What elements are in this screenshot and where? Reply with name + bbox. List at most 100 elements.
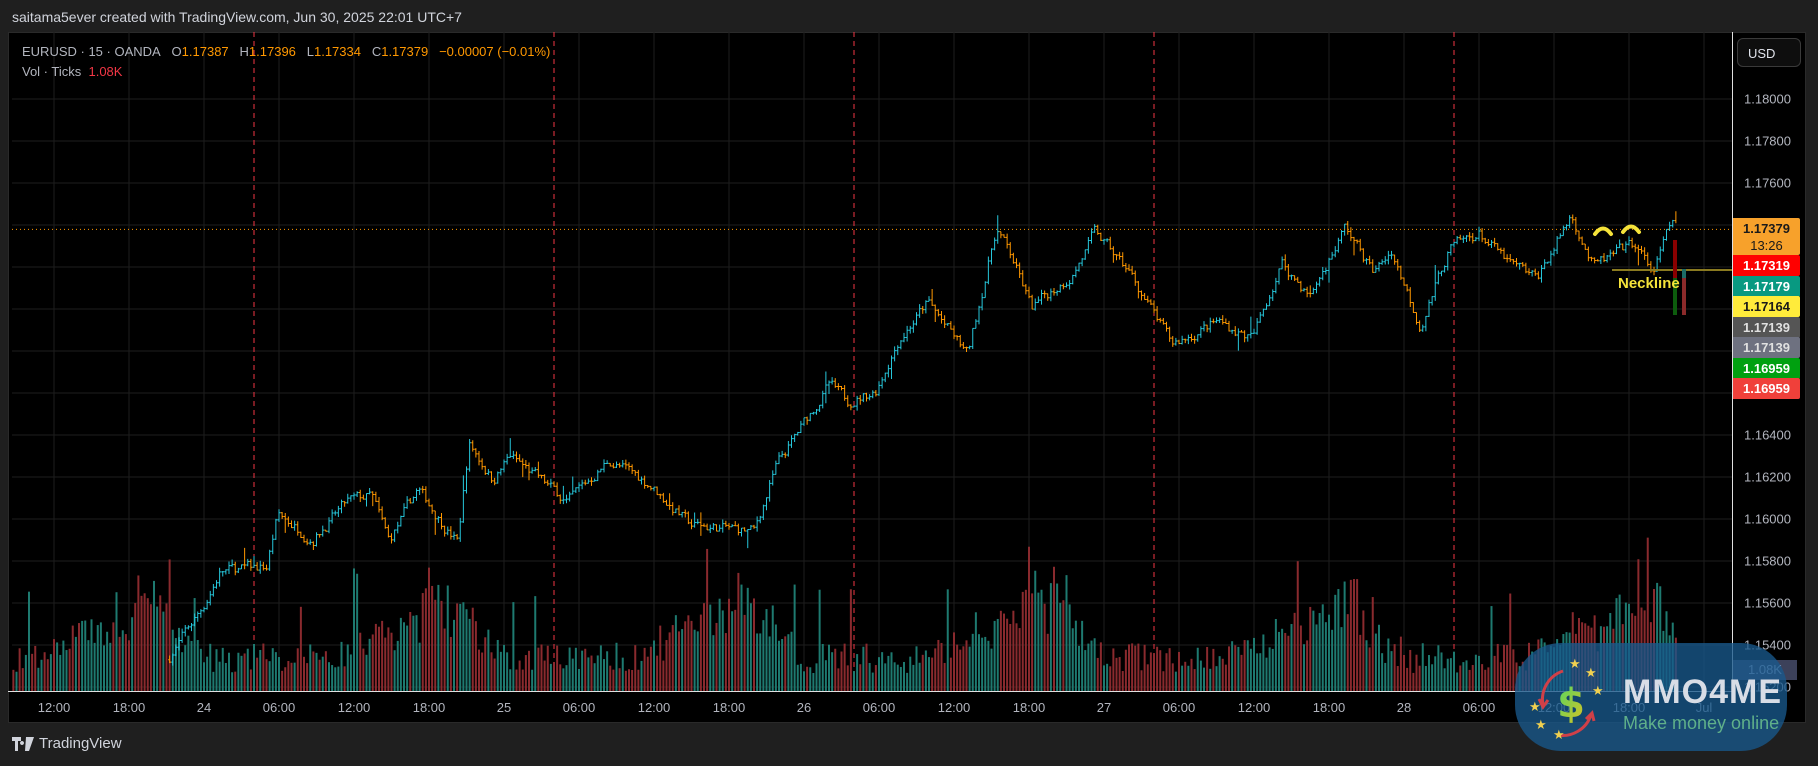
volume-bar	[1374, 633, 1377, 691]
currency-button[interactable]: USD	[1737, 38, 1801, 67]
symbol-name[interactable]: EURUSD · 15 · OANDA	[22, 44, 161, 59]
watermark-title: MMO4ME	[1623, 673, 1782, 711]
ohlc-bar	[1590, 256, 1593, 262]
ohlc-bar	[1433, 265, 1437, 301]
ohlc-bar	[418, 487, 422, 495]
dollar-logo-icon: $ ★ ★ ★ ★ ★ ★	[1529, 657, 1604, 743]
volume-bar	[865, 643, 868, 691]
symbol-legend[interactable]: EURUSD · 15 · OANDA O1.17387 H1.17396 L1…	[22, 44, 550, 59]
volume-bar	[546, 645, 549, 691]
ohlc-bar	[1155, 306, 1159, 322]
volume-bar	[381, 620, 384, 691]
volume-bar	[1446, 658, 1449, 691]
volume-bar	[234, 671, 237, 691]
ohlc-bar	[1349, 227, 1353, 242]
ohlc-bar	[1624, 241, 1628, 253]
ohlc-bar	[1302, 288, 1306, 292]
ohlc-bar	[1643, 247, 1647, 260]
price-tag: 1.17319	[1733, 255, 1800, 276]
ohlc-bar	[1058, 284, 1062, 293]
volume-bar	[846, 665, 849, 691]
ohlc-bar	[1040, 289, 1043, 305]
ohlc-bar	[1215, 317, 1218, 324]
ohlc-bar	[918, 304, 922, 318]
ohlc-bar	[1627, 236, 1631, 246]
volume-bar	[1034, 570, 1037, 691]
volume-bar	[1368, 647, 1371, 691]
ohlc-bar	[527, 462, 531, 481]
ohlc-bar	[1318, 277, 1322, 287]
volume-bar	[684, 621, 687, 691]
volume-bar	[1396, 666, 1399, 691]
ohlc-bar	[1086, 237, 1090, 254]
volume-bar	[387, 627, 390, 691]
volume-bar	[1318, 613, 1321, 691]
volume-legend[interactable]: Vol · Ticks 1.08K	[22, 64, 122, 79]
ohlc-bar	[1165, 321, 1168, 332]
ohlc-bar	[933, 304, 937, 323]
volume-bar	[984, 636, 987, 691]
ohlc-bar	[833, 378, 837, 388]
volume-bar	[518, 660, 521, 691]
ohlc-bar	[605, 460, 609, 464]
volume-bar	[1362, 610, 1365, 691]
volume-bar	[553, 662, 555, 691]
ohlc-bar	[574, 487, 578, 493]
ohlc-bar	[174, 644, 178, 657]
volume-bar	[562, 668, 565, 691]
volume-bar	[356, 573, 359, 691]
ohlc-bar	[330, 509, 334, 524]
volume-bar	[528, 650, 530, 691]
volume-bar	[734, 609, 737, 691]
volume-bar	[1049, 583, 1052, 691]
volume-bar	[1065, 575, 1068, 691]
volume-bar	[93, 642, 96, 691]
ohlc-bar	[1252, 328, 1256, 334]
volume-bar	[756, 633, 759, 691]
tradingview-logo[interactable]: TradingView	[12, 735, 122, 752]
ohlc-bar	[324, 529, 328, 532]
ohlc-bar	[840, 385, 843, 391]
ohlc-bar	[1108, 236, 1112, 250]
ohlc-bar	[1465, 235, 1468, 242]
volume-bar	[978, 634, 980, 691]
volume-bar	[1424, 665, 1427, 691]
ohlc-bar	[627, 462, 631, 471]
volume-bar	[678, 631, 680, 691]
ohlc-bar	[1311, 287, 1315, 295]
ohlc-bar	[1596, 259, 1600, 262]
volume-bar	[140, 595, 143, 691]
neckline-label[interactable]: Neckline	[1618, 275, 1680, 292]
price-chart[interactable]	[12, 32, 1732, 691]
volume-bar	[1059, 602, 1062, 691]
ohlc-bar	[1558, 233, 1562, 239]
ohlc-bar	[1374, 265, 1378, 273]
volume-bar	[1190, 658, 1193, 691]
volume-bar	[793, 584, 796, 691]
volume-bar	[143, 593, 146, 691]
ohlc-bar	[855, 395, 859, 411]
close-value: 1.17379	[381, 44, 429, 59]
volume-bar	[1187, 665, 1190, 691]
volume-bar	[243, 653, 246, 691]
ohlc-bar	[593, 478, 597, 482]
ohlc-bar	[1011, 252, 1015, 264]
volume-bar	[812, 672, 815, 691]
ohlc-bar	[771, 470, 775, 486]
ohlc-bar	[1099, 232, 1103, 241]
ohlc-bar	[808, 412, 812, 422]
ohlc-bar	[1527, 268, 1531, 276]
ohlc-bar	[421, 485, 425, 494]
volume-bar	[418, 642, 421, 691]
volume-bar	[1324, 622, 1327, 691]
volume-bar	[890, 652, 893, 691]
volume-bar	[1171, 663, 1174, 691]
volume-bar	[1490, 606, 1493, 691]
ohlc-bar	[530, 467, 534, 474]
ohlc-bar	[1386, 250, 1390, 265]
ohlc-bar	[871, 390, 875, 399]
ohlc-bar	[768, 480, 772, 502]
volume-bar	[437, 584, 440, 691]
ohlc-bar	[765, 497, 768, 511]
volume-bar	[506, 652, 509, 691]
